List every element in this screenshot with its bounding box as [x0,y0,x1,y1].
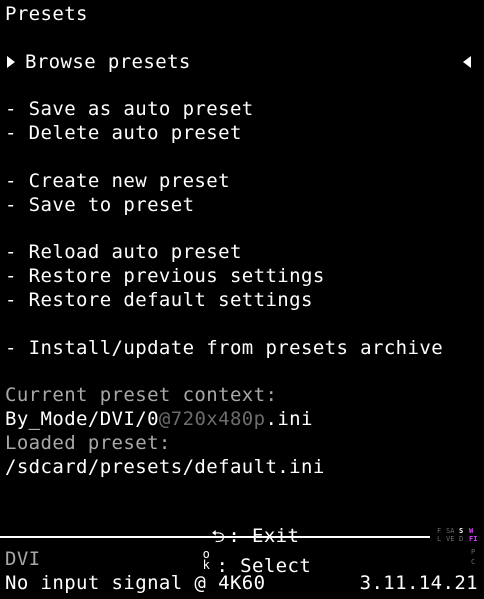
ok-button-icon: ok [202,547,211,572]
current-context-label: Current preset context: [5,384,278,406]
page-title: Presets [5,3,88,25]
flag-c: C [471,558,476,566]
status-divider [0,536,430,538]
cursor-left-arrow-icon [463,56,471,68]
loaded-preset-label: Loaded preset: [5,432,171,454]
context-extension: .ini [265,408,313,430]
context-path: By_Mode/DVI/0 [5,408,159,430]
flag-s: S [459,527,464,535]
flag-f: F [437,527,442,535]
loaded-preset-value: /sdcard/presets/default.ini [5,456,325,478]
menu-item-restore-default-settings[interactable]: - Restore default settings [5,288,313,312]
firmware-version: 3.11.14.21 [359,572,478,594]
flag-w: W [469,527,474,535]
menu-item-create-new-preset[interactable]: - Create new preset [5,169,230,193]
footer-hints: ⮌: Exit ok: Select [0,500,484,578]
menu-item-label: Browse presets [25,51,191,73]
cursor-right-arrow-icon [7,56,15,68]
menu-item-delete-auto-preset[interactable]: - Delete auto preset [5,121,242,145]
input-source: DVI [5,548,41,570]
flag-sa: SA [446,527,455,535]
menu-item-save-to-preset[interactable]: - Save to preset [5,193,194,217]
flag-l: L [437,535,442,543]
menu-item-browse-presets[interactable]: Browse presets [5,50,479,74]
menu-item-install-update-presets[interactable]: - Install/update from presets archive [5,336,443,360]
menu-item-save-auto-preset[interactable]: - Save as auto preset [5,97,254,121]
signal-status: No input signal @ 4K60 [5,572,266,594]
flag-ve: VE [446,535,455,543]
context-mode: @720x480p [158,408,266,430]
menu-item-reload-auto-preset[interactable]: - Reload auto preset [5,240,242,264]
current-context-value: By_Mode/DVI/0@720x480p.ini [5,407,313,431]
status-flags: F SA S W L VE D FI P C [437,527,483,571]
flag-d: D [459,535,464,543]
menu-item-restore-previous-settings[interactable]: - Restore previous settings [5,264,325,288]
flag-p: P [471,548,476,556]
flag-fi: FI [469,535,478,543]
